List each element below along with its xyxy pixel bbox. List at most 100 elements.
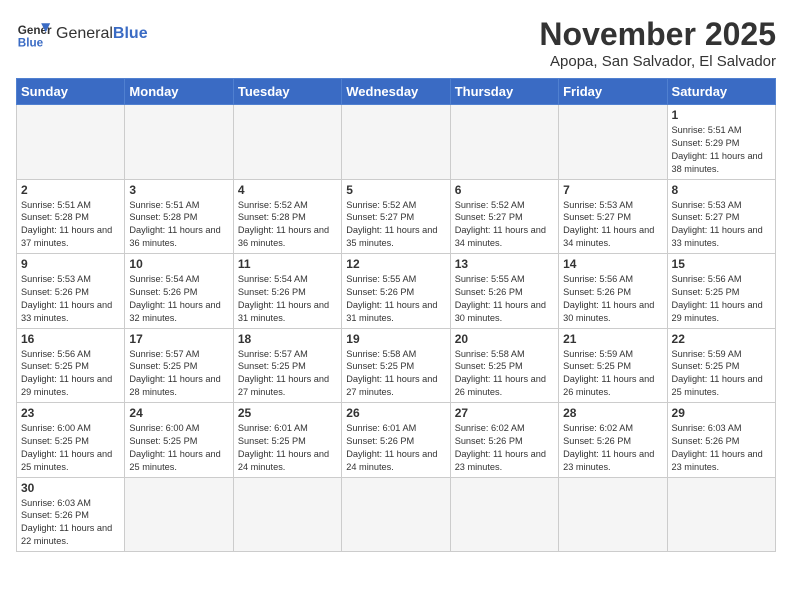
calendar-cell: 21Sunrise: 5:59 AMSunset: 5:25 PMDayligh… <box>559 328 667 403</box>
logo-blue: Blue <box>113 25 148 42</box>
day-info: Sunrise: 5:52 AMSunset: 5:27 PMDaylight:… <box>346 199 445 251</box>
day-number: 29 <box>672 406 771 420</box>
calendar-cell: 19 Sunrise: 5:58 AMSunset: 5:25 PMDayligh… <box>342 328 450 403</box>
weekday-header-sunday: Sunday <box>17 79 125 105</box>
day-info: Sunrise: 5:54 AMSunset: 5:26 PMDaylight:… <box>129 273 228 325</box>
calendar-cell: 12Sunrise: 5:55 AMSunset: 5:26 PMDayligh… <box>342 254 450 329</box>
weekday-header-friday: Friday <box>559 79 667 105</box>
calendar-cell <box>450 105 558 180</box>
day-number: 22 <box>672 332 771 346</box>
day-number: 5 <box>346 183 445 197</box>
day-info: Sunrise: 6:02 AMSunset: 5:26 PMDaylight:… <box>455 422 554 474</box>
calendar-cell: 5 Sunrise: 5:52 AMSunset: 5:27 PMDaylight… <box>342 179 450 254</box>
svg-text:Blue: Blue <box>18 37 44 50</box>
weekday-header-tuesday: Tuesday <box>233 79 341 105</box>
day-info: Sunrise: 6:00 AMSunset: 5:25 PMDaylight:… <box>129 422 228 474</box>
day-info: Sunrise: 5:51 AMSunset: 5:29 PMDaylight:… <box>672 124 771 176</box>
day-info: Sunrise: 6:02 AMSunset: 5:26 PMDaylight:… <box>563 422 662 474</box>
day-number: 17 <box>129 332 228 346</box>
day-info: Sunrise: 5:55 AMSunset: 5:26 PMDaylight:… <box>455 273 554 325</box>
calendar-cell: 14Sunrise: 5:56 AMSunset: 5:26 PMDayligh… <box>559 254 667 329</box>
day-number: 11 <box>238 257 337 271</box>
month-title: November 2025 <box>539 16 776 53</box>
day-info: Sunrise: 5:57 AMSunset: 5:25 PMDaylight:… <box>129 348 228 400</box>
day-number: 19 <box>346 332 445 346</box>
calendar-cell: 11 Sunrise: 5:54 AMSunset: 5:26 PMDayligh… <box>233 254 341 329</box>
calendar-cell <box>559 477 667 552</box>
calendar-cell: 30Sunrise: 6:03 AMSunset: 5:26 PMDayligh… <box>17 477 125 552</box>
title-block: November 2025 Apopa, San Salvador, El Sa… <box>539 16 776 70</box>
calendar-cell: 24 Sunrise: 6:00 AMSunset: 5:25 PMDayligh… <box>125 403 233 478</box>
calendar-cell: 10Sunrise: 5:54 AMSunset: 5:26 PMDayligh… <box>125 254 233 329</box>
calendar-cell <box>125 477 233 552</box>
calendar-cell: 29Sunrise: 6:03 AMSunset: 5:26 PMDayligh… <box>667 403 775 478</box>
calendar-cell: 1 Sunrise: 5:51 AMSunset: 5:29 PMDaylight… <box>667 105 775 180</box>
day-number: 13 <box>455 257 554 271</box>
day-info: Sunrise: 5:53 AMSunset: 5:27 PMDaylight:… <box>672 199 771 251</box>
calendar-cell: 7Sunrise: 5:53 AMSunset: 5:27 PMDaylight… <box>559 179 667 254</box>
weekday-header-thursday: Thursday <box>450 79 558 105</box>
calendar-week-3: 9 Sunrise: 5:53 AMSunset: 5:26 PMDaylight… <box>17 254 776 329</box>
day-info: Sunrise: 5:53 AMSunset: 5:26 PMDaylight:… <box>21 273 120 325</box>
logo: General Blue GeneralBlue <box>16 16 148 52</box>
day-info: Sunrise: 6:00 AMSunset: 5:25 PMDaylight:… <box>21 422 120 474</box>
calendar-cell: 26 Sunrise: 6:01 AMSunset: 5:26 PMDayligh… <box>342 403 450 478</box>
calendar-cell: 18 Sunrise: 5:57 AMSunset: 5:25 PMDayligh… <box>233 328 341 403</box>
calendar-cell <box>233 477 341 552</box>
day-number: 27 <box>455 406 554 420</box>
day-number: 20 <box>455 332 554 346</box>
day-info: Sunrise: 5:59 AMSunset: 5:25 PMDaylight:… <box>672 348 771 400</box>
calendar-cell: 13 Sunrise: 5:55 AMSunset: 5:26 PMDayligh… <box>450 254 558 329</box>
calendar-cell: 28Sunrise: 6:02 AMSunset: 5:26 PMDayligh… <box>559 403 667 478</box>
calendar-cell <box>667 477 775 552</box>
day-info: Sunrise: 5:58 AMSunset: 5:25 PMDaylight:… <box>455 348 554 400</box>
calendar-cell: 25Sunrise: 6:01 AMSunset: 5:25 PMDayligh… <box>233 403 341 478</box>
day-number: 30 <box>21 481 120 495</box>
calendar-cell <box>233 105 341 180</box>
day-number: 12 <box>346 257 445 271</box>
calendar-cell: 6 Sunrise: 5:52 AMSunset: 5:27 PMDaylight… <box>450 179 558 254</box>
day-number: 1 <box>672 108 771 122</box>
calendar-cell: 15Sunrise: 5:56 AMSunset: 5:25 PMDayligh… <box>667 254 775 329</box>
page-header: General Blue GeneralBlue November 2025 A… <box>16 16 776 70</box>
day-number: 24 <box>129 406 228 420</box>
day-number: 18 <box>238 332 337 346</box>
calendar-cell: 9 Sunrise: 5:53 AMSunset: 5:26 PMDaylight… <box>17 254 125 329</box>
weekday-header-wednesday: Wednesday <box>342 79 450 105</box>
day-number: 14 <box>563 257 662 271</box>
calendar-cell: 23 Sunrise: 6:00 AMSunset: 5:25 PMDayligh… <box>17 403 125 478</box>
calendar-cell: 16Sunrise: 5:56 AMSunset: 5:25 PMDayligh… <box>17 328 125 403</box>
calendar-cell: 20 Sunrise: 5:58 AMSunset: 5:25 PMDayligh… <box>450 328 558 403</box>
logo-icon: General Blue <box>16 16 52 52</box>
day-info: Sunrise: 5:58 AMSunset: 5:25 PMDaylight:… <box>346 348 445 400</box>
day-number: 7 <box>563 183 662 197</box>
day-number: 9 <box>21 257 120 271</box>
calendar-week-4: 16Sunrise: 5:56 AMSunset: 5:25 PMDayligh… <box>17 328 776 403</box>
day-number: 26 <box>346 406 445 420</box>
calendar-week-6: 30Sunrise: 6:03 AMSunset: 5:26 PMDayligh… <box>17 477 776 552</box>
day-info: Sunrise: 5:54 AMSunset: 5:26 PMDaylight:… <box>238 273 337 325</box>
calendar-table: SundayMondayTuesdayWednesdayThursdayFrid… <box>16 78 776 552</box>
calendar-cell: 17 Sunrise: 5:57 AMSunset: 5:25 PMDayligh… <box>125 328 233 403</box>
calendar-week-1: 1 Sunrise: 5:51 AMSunset: 5:29 PMDaylight… <box>17 105 776 180</box>
day-number: 15 <box>672 257 771 271</box>
day-info: Sunrise: 5:51 AMSunset: 5:28 PMDaylight:… <box>21 199 120 251</box>
day-number: 23 <box>21 406 120 420</box>
day-info: Sunrise: 6:01 AMSunset: 5:26 PMDaylight:… <box>346 422 445 474</box>
day-info: Sunrise: 5:56 AMSunset: 5:25 PMDaylight:… <box>21 348 120 400</box>
calendar-week-5: 23 Sunrise: 6:00 AMSunset: 5:25 PMDayligh… <box>17 403 776 478</box>
calendar-cell: 2 Sunrise: 5:51 AMSunset: 5:28 PMDaylight… <box>17 179 125 254</box>
weekday-header-row: SundayMondayTuesdayWednesdayThursdayFrid… <box>17 79 776 105</box>
calendar-cell <box>559 105 667 180</box>
day-number: 3 <box>129 183 228 197</box>
day-info: Sunrise: 5:52 AMSunset: 5:27 PMDaylight:… <box>455 199 554 251</box>
day-number: 2 <box>21 183 120 197</box>
day-number: 6 <box>455 183 554 197</box>
calendar-cell <box>125 105 233 180</box>
weekday-header-saturday: Saturday <box>667 79 775 105</box>
calendar-week-2: 2 Sunrise: 5:51 AMSunset: 5:28 PMDaylight… <box>17 179 776 254</box>
calendar-cell <box>450 477 558 552</box>
day-info: Sunrise: 5:59 AMSunset: 5:25 PMDaylight:… <box>563 348 662 400</box>
day-number: 4 <box>238 183 337 197</box>
day-info: Sunrise: 5:57 AMSunset: 5:25 PMDaylight:… <box>238 348 337 400</box>
